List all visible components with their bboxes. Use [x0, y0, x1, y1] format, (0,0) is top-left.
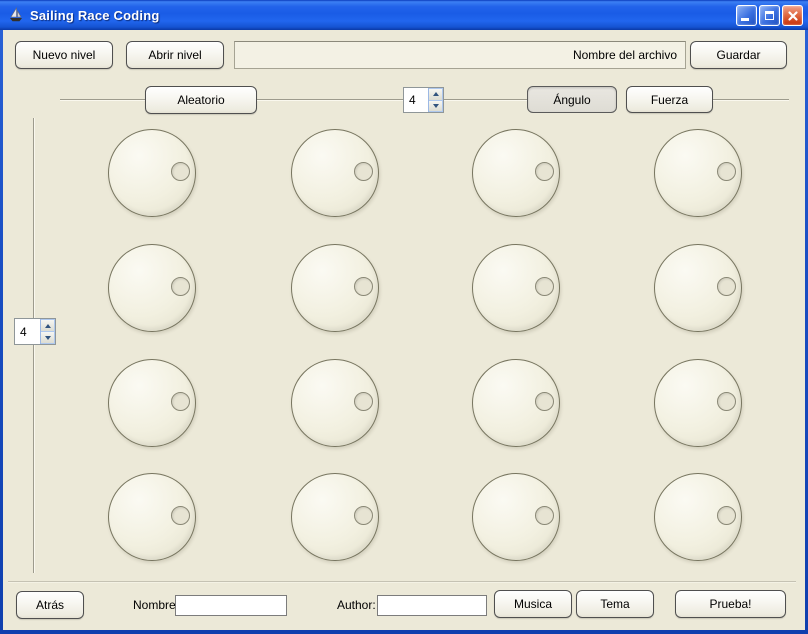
knob-indicator-dot [535, 162, 554, 181]
knob-indicator-dot [171, 162, 190, 181]
knob-indicator-dot [535, 506, 554, 525]
open-level-button[interactable]: Abrir nivel [126, 41, 224, 69]
knob-indicator-dot [171, 392, 190, 411]
new-level-button[interactable]: Nuevo nivel [15, 41, 113, 69]
connector-line [60, 99, 145, 101]
knob[interactable] [472, 244, 560, 332]
minimize-icon [741, 18, 749, 21]
name-input[interactable] [175, 595, 287, 616]
filename-field[interactable]: Nombre del archivo [234, 41, 686, 69]
knob-indicator-dot [717, 277, 736, 296]
columns-spinner-value[interactable]: 4 [404, 88, 428, 112]
maximize-icon [765, 11, 774, 20]
titlebar[interactable]: Sailing Race Coding [0, 0, 808, 30]
rows-spinner[interactable]: 4 [14, 318, 56, 345]
back-button[interactable]: Atrás [16, 591, 84, 619]
rows-spinner-up-button[interactable] [41, 319, 55, 331]
knob[interactable] [654, 473, 742, 561]
knob[interactable] [291, 359, 379, 447]
knob[interactable] [108, 129, 196, 217]
rows-spinner-down-button[interactable] [41, 331, 55, 344]
knob[interactable] [108, 359, 196, 447]
app-window: Sailing Race Coding Nuevo nivel Abrir ni… [0, 0, 808, 634]
angle-button[interactable]: Ángulo [527, 86, 617, 113]
sailboat-icon [10, 7, 22, 22]
connector-line [713, 99, 789, 101]
arrow-up-icon [432, 92, 439, 97]
close-icon [787, 10, 798, 21]
knob[interactable] [108, 473, 196, 561]
bottom-separator [8, 581, 796, 583]
author-input[interactable] [377, 595, 487, 616]
name-label: Nombre: [133, 598, 180, 612]
window-title: Sailing Race Coding [30, 7, 160, 23]
author-label: Author: [337, 598, 376, 612]
connector-line [257, 99, 403, 101]
knob-indicator-dot [535, 392, 554, 411]
random-button[interactable]: Aleatorio [145, 86, 257, 114]
knob-indicator-dot [535, 277, 554, 296]
knob[interactable] [291, 473, 379, 561]
save-button[interactable]: Guardar [690, 41, 787, 69]
connector-line-vertical [33, 118, 35, 573]
knob-indicator-dot [717, 506, 736, 525]
test-button[interactable]: Prueba! [675, 590, 786, 618]
knob-indicator-dot [171, 506, 190, 525]
music-button[interactable]: Musica [494, 590, 572, 618]
minimize-button[interactable] [736, 5, 757, 26]
knob-indicator-dot [717, 392, 736, 411]
arrow-down-icon [44, 335, 51, 340]
arrow-down-icon [432, 103, 439, 108]
knob-indicator-dot [717, 162, 736, 181]
knob[interactable] [654, 244, 742, 332]
knob[interactable] [291, 129, 379, 217]
theme-button[interactable]: Tema [576, 590, 654, 618]
force-button[interactable]: Fuerza [626, 86, 713, 113]
arrow-up-icon [44, 323, 51, 328]
rows-spinner-value[interactable]: 4 [15, 319, 40, 344]
knob-indicator-dot [354, 506, 373, 525]
maximize-button[interactable] [759, 5, 780, 26]
knob[interactable] [472, 129, 560, 217]
columns-spinner[interactable]: 4 [403, 87, 444, 113]
knob-indicator-dot [171, 277, 190, 296]
close-button[interactable] [782, 5, 803, 26]
knob[interactable] [654, 129, 742, 217]
connector-line [444, 99, 527, 101]
knob-indicator-dot [354, 277, 373, 296]
columns-spinner-up-button[interactable] [429, 88, 443, 100]
knob[interactable] [291, 244, 379, 332]
knob-indicator-dot [354, 162, 373, 181]
knob[interactable] [654, 359, 742, 447]
columns-spinner-down-button[interactable] [429, 99, 443, 112]
knob[interactable] [472, 473, 560, 561]
knob[interactable] [472, 359, 560, 447]
knob-indicator-dot [354, 392, 373, 411]
knob[interactable] [108, 244, 196, 332]
